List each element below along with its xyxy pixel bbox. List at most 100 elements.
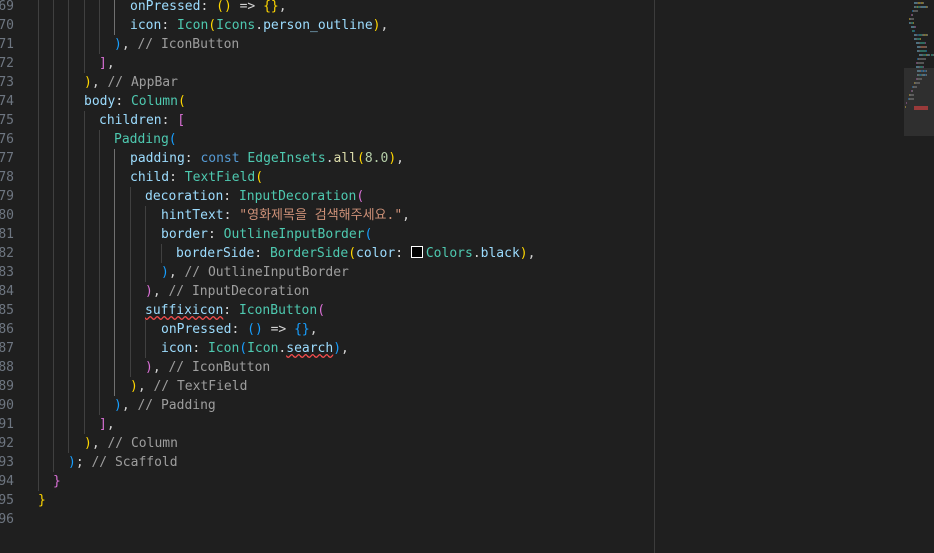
code-token: , xyxy=(91,75,108,90)
code-token: } xyxy=(301,322,310,337)
code-line[interactable]: ], xyxy=(99,415,115,434)
code-token: // Column xyxy=(107,436,178,451)
code-token: , xyxy=(106,56,115,71)
code-token: , xyxy=(402,208,410,223)
code-token: , xyxy=(152,284,169,299)
code-line[interactable]: Padding( xyxy=(114,130,177,149)
code-token: . xyxy=(255,18,264,33)
code-token: padding xyxy=(130,151,185,166)
code-line[interactable]: } xyxy=(53,472,61,491)
code-token: , xyxy=(380,18,389,33)
code-area[interactable]: onPressed: () => {}, icon: Icon(Icons.per… xyxy=(0,0,650,553)
code-token: hintText xyxy=(161,208,224,223)
code-token: color xyxy=(356,246,396,261)
code-token: => xyxy=(262,322,295,337)
code-token: Colors xyxy=(425,246,473,261)
code-token: , xyxy=(91,436,108,451)
code-token: : xyxy=(231,322,248,337)
code-token: OutlineInputBorder xyxy=(223,227,365,242)
code-token: ( xyxy=(348,246,357,261)
code-line[interactable]: hintText: "영화제목을 검색해주세요.", xyxy=(161,206,410,225)
code-line[interactable]: } xyxy=(38,491,46,510)
code-line[interactable]: padding: const EdgeInsets.all(8.0), xyxy=(130,149,404,168)
code-line[interactable]: ), // OutlineInputBorder xyxy=(161,263,349,282)
code-line[interactable]: ), // IconButton xyxy=(114,35,239,54)
code-token: ( xyxy=(216,0,224,14)
code-token: // IconButton xyxy=(137,37,240,52)
code-line[interactable]: ), // InputDecoration xyxy=(145,282,309,301)
code-token: ) xyxy=(145,360,153,375)
code-token: ) xyxy=(145,284,153,299)
code-token: icon xyxy=(161,341,193,356)
code-token: } xyxy=(53,474,61,489)
code-token: : xyxy=(200,0,217,14)
code-token: Icons xyxy=(216,18,256,33)
code-line[interactable]: ); // Scaffold xyxy=(68,453,178,472)
minimap-slider[interactable] xyxy=(904,68,934,136)
code-token: children xyxy=(99,113,162,128)
code-token: , xyxy=(121,37,138,52)
code-line[interactable]: ), // Padding xyxy=(114,396,216,415)
code-token: ( xyxy=(168,132,177,147)
code-token: suffixicon xyxy=(145,303,224,318)
code-line[interactable]: icon: Icon(Icon.search), xyxy=(161,339,349,358)
code-line[interactable]: children: [ xyxy=(99,111,185,130)
code-line[interactable]: ], xyxy=(99,54,115,73)
code-token: TextField xyxy=(184,170,256,185)
code-token: ) xyxy=(68,455,76,470)
code-token: ( xyxy=(239,341,248,356)
code-token: Icon xyxy=(176,18,209,33)
code-token: : xyxy=(161,18,177,33)
code-token: ( xyxy=(357,151,365,166)
minimap-token xyxy=(926,50,927,52)
code-token: ( xyxy=(208,18,217,33)
code-token: EdgeInsets xyxy=(247,151,326,166)
code-token: all xyxy=(333,151,358,166)
indent-guide xyxy=(130,187,131,377)
indent-guide xyxy=(114,149,115,396)
code-token: // Scaffold xyxy=(91,455,178,470)
code-line[interactable]: onPressed: () => {}, xyxy=(130,0,287,16)
code-line[interactable]: ), // TextField xyxy=(130,377,247,396)
code-token: ( xyxy=(364,227,373,242)
code-token: ) xyxy=(254,322,263,337)
minimap-token xyxy=(919,58,926,60)
code-token: : xyxy=(161,113,178,128)
code-token: , xyxy=(121,398,138,413)
code-line[interactable]: borderSide: BorderSide(color: Colors.bla… xyxy=(176,244,535,263)
code-token: ) xyxy=(84,75,92,90)
color-swatch-icon[interactable] xyxy=(410,246,423,258)
code-line[interactable]: body: Column( xyxy=(84,92,186,111)
code-line[interactable]: decoration: InputDecoration( xyxy=(145,187,364,206)
minimap-token xyxy=(911,18,914,20)
code-token: "영화제목을 검색해주세요." xyxy=(239,208,403,223)
code-token: Column xyxy=(130,94,178,109)
code-line[interactable]: ), // AppBar xyxy=(84,73,178,92)
code-token: , xyxy=(527,246,536,261)
code-line[interactable]: ), // IconButton xyxy=(145,358,270,377)
indent-guide xyxy=(145,206,146,282)
code-line[interactable]: suffixicon: IconButton( xyxy=(145,301,325,320)
code-token: , xyxy=(168,265,185,280)
code-line[interactable]: onPressed: () => {}, xyxy=(161,320,318,339)
code-token: ( xyxy=(317,303,326,318)
code-editor[interactable]: 69 70 71 72 73 74 75 76 77 78 79 80 81 82 83 84 85 86 87 88… xyxy=(0,0,934,553)
code-token: , xyxy=(396,151,404,166)
code-token: ( xyxy=(356,189,365,204)
code-line[interactable]: child: TextField( xyxy=(130,168,263,187)
code-line[interactable]: border: OutlineInputBorder( xyxy=(161,225,372,244)
indent-guide xyxy=(38,0,39,491)
indent-guide xyxy=(145,320,146,358)
minimap-token xyxy=(923,2,924,4)
indent-guide xyxy=(53,0,54,472)
minimap-token xyxy=(920,38,921,40)
code-token: : xyxy=(192,341,208,356)
code-token: black xyxy=(480,246,520,261)
code-line[interactable]: ), // Column xyxy=(84,434,178,453)
code-token: const xyxy=(200,151,248,166)
code-token: onPressed xyxy=(130,0,201,14)
code-token: : xyxy=(115,94,131,109)
code-token: ; xyxy=(75,455,92,470)
code-token: ( xyxy=(247,322,255,337)
code-line[interactable]: icon: Icon(Icons.person_outline), xyxy=(130,16,388,35)
